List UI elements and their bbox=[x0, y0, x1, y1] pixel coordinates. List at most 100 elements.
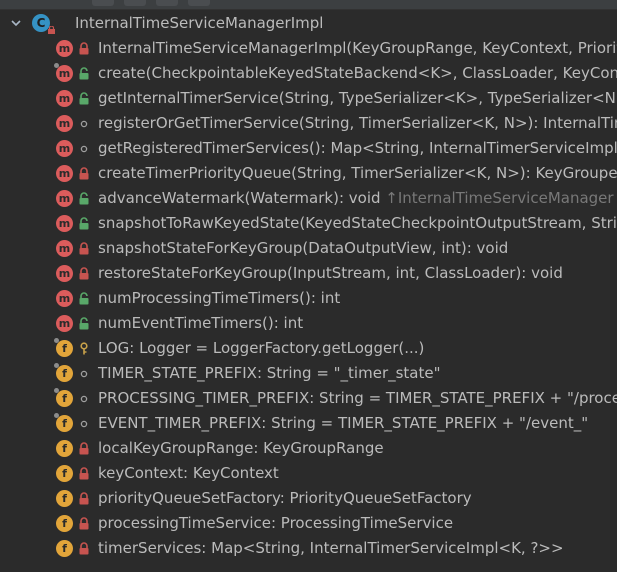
package-visibility-icon bbox=[80, 120, 88, 128]
method-icon: m bbox=[56, 190, 73, 207]
tree-node-field[interactable]: f TIMER_STATE_PREFIX: String = "_timer_st… bbox=[0, 361, 617, 386]
tree-node-method[interactable]: m InternalTimeServiceManagerImpl(KeyGroup… bbox=[0, 36, 617, 61]
tree-node-field[interactable]: f PROCESSING_TIMER_PREFIX: String = TIMER… bbox=[0, 386, 617, 411]
member-text: LOG: Logger = LoggerFactory.getLogger(..… bbox=[98, 339, 425, 357]
member-signature: localKeyGroupRange: KeyGroupRange bbox=[98, 438, 384, 458]
member-text: localKeyGroupRange: KeyGroupRange bbox=[98, 439, 384, 457]
static-pin-icon bbox=[54, 388, 59, 393]
tree-node-method[interactable]: m numProcessingTimeTimers(): int bbox=[0, 286, 617, 311]
member-text: getRegisteredTimerServices(): Map<String… bbox=[98, 139, 617, 157]
field-icon: f bbox=[56, 465, 73, 482]
structure-panel: C InternalTimeServiceManagerImpl m Intern… bbox=[0, 0, 617, 572]
tree-node-field[interactable]: f EVENT_TIMER_PREFIX: String = TIMER_STAT… bbox=[0, 411, 617, 436]
member-signature: snapshotToRawKeyedState(KeyedStateCheckp… bbox=[98, 213, 617, 233]
field-icon: f bbox=[56, 515, 73, 532]
unlock-icon bbox=[79, 192, 89, 205]
tree-node-field[interactable]: f timerServices: Map<String, InternalTime… bbox=[0, 536, 617, 561]
member-text: timerServices: Map<String, InternalTimer… bbox=[98, 539, 564, 557]
member-signature: snapshotStateForKeyGroup(DataOutputView,… bbox=[98, 238, 508, 258]
member-text: snapshotStateForKeyGroup(DataOutputView,… bbox=[98, 239, 509, 257]
package-visibility-icon bbox=[80, 145, 88, 153]
tree-node-method[interactable]: m registerOrGetTimerService(String, Timer… bbox=[0, 111, 617, 136]
field-icon: f bbox=[54, 338, 73, 357]
package-visibility-icon bbox=[80, 370, 88, 378]
member-text: processingTimeService: ProcessingTimeSer… bbox=[98, 514, 454, 532]
static-pin-icon bbox=[54, 413, 59, 418]
member-text: registerOrGetTimerService(String, TimerS… bbox=[98, 114, 617, 132]
tree-node-method[interactable]: m getRegisteredTimerServices(): Map<Strin… bbox=[0, 136, 617, 161]
unlock-icon bbox=[79, 292, 89, 305]
class-icon: C bbox=[32, 14, 55, 34]
method-icon: m bbox=[56, 115, 73, 132]
field-icon: f bbox=[56, 440, 73, 457]
tree-node-class[interactable]: C InternalTimeServiceManagerImpl bbox=[0, 11, 617, 36]
member-text: numProcessingTimeTimers(): int bbox=[98, 289, 341, 307]
package-visibility-icon bbox=[80, 420, 88, 428]
toolbar-button[interactable] bbox=[156, 0, 178, 6]
member-text: createTimerPriorityQueue(String, TimerSe… bbox=[98, 164, 617, 182]
tree-node-method[interactable]: m create(CheckpointableKeyedStateBackend<… bbox=[0, 61, 617, 86]
tree-node-method[interactable]: m snapshotToRawKeyedState(KeyedStateCheck… bbox=[0, 211, 617, 236]
lock-icon bbox=[79, 492, 89, 505]
tree-node-field[interactable]: f processingTimeService: ProcessingTimeSe… bbox=[0, 511, 617, 536]
member-text: snapshotToRawKeyedState(KeyedStateCheckp… bbox=[98, 214, 617, 232]
member-signature: EVENT_TIMER_PREFIX: String = TIMER_STATE… bbox=[98, 413, 588, 433]
tree-node-field[interactable]: f keyContext: KeyContext bbox=[0, 461, 617, 486]
member-text: priorityQueueSetFactory: PriorityQueueSe… bbox=[98, 489, 472, 507]
lock-icon bbox=[79, 242, 89, 255]
member-signature: TIMER_STATE_PREFIX: String = "_timer_sta… bbox=[98, 363, 441, 383]
lock-icon bbox=[79, 442, 89, 455]
member-signature: restoreStateForKeyGroup(InputStream, int… bbox=[98, 263, 563, 283]
static-pin-icon bbox=[54, 63, 59, 68]
protected-key-icon bbox=[80, 342, 88, 355]
lock-icon bbox=[79, 42, 89, 55]
tree-node-field[interactable]: f priorityQueueSetFactory: PriorityQueueS… bbox=[0, 486, 617, 511]
method-icon: m bbox=[56, 215, 73, 232]
member-signature: PROCESSING_TIMER_PREFIX: String = TIMER_… bbox=[98, 388, 617, 408]
chevron-down-icon[interactable] bbox=[9, 16, 23, 30]
field-icon: f bbox=[54, 363, 73, 382]
member-signature: createTimerPriorityQueue(String, TimerSe… bbox=[98, 163, 617, 183]
unlock-icon bbox=[79, 67, 89, 80]
method-icon: m bbox=[56, 40, 73, 57]
member-text: create(CheckpointableKeyedStateBackend<K… bbox=[98, 64, 617, 82]
lock-icon bbox=[48, 26, 55, 34]
member-text: getInternalTimerService(String, TypeSeri… bbox=[98, 89, 617, 107]
tree-node-method[interactable]: m getInternalTimerService(String, TypeSer… bbox=[0, 86, 617, 111]
inherited-from-label: ↑InternalTimeServiceManager bbox=[385, 189, 614, 207]
lock-icon bbox=[79, 467, 89, 480]
member-text: restoreStateForKeyGroup(InputStream, int… bbox=[98, 264, 563, 282]
member-signature: numProcessingTimeTimers(): int bbox=[98, 288, 340, 308]
tree-node-field[interactable]: f LOG: Logger = LoggerFactory.getLogger(.… bbox=[0, 336, 617, 361]
method-icon: m bbox=[56, 315, 73, 332]
field-icon: f bbox=[54, 388, 73, 407]
toolbar-button[interactable] bbox=[188, 0, 210, 6]
tree-node-method[interactable]: m restoreStateForKeyGroup(InputStream, in… bbox=[0, 261, 617, 286]
method-icon: m bbox=[56, 140, 73, 157]
field-icon: f bbox=[54, 413, 73, 432]
member-signature: keyContext: KeyContext bbox=[98, 463, 279, 483]
tree-node-method[interactable]: m createTimerPriorityQueue(String, TimerS… bbox=[0, 161, 617, 186]
member-signature: processingTimeService: ProcessingTimeSer… bbox=[98, 513, 453, 533]
static-pin-icon bbox=[54, 363, 59, 368]
toolbar-button[interactable] bbox=[92, 0, 114, 6]
unlock-icon bbox=[79, 317, 89, 330]
member-text: InternalTimeServiceManagerImpl(KeyGroupR… bbox=[98, 39, 617, 57]
toolbar-strip bbox=[0, 0, 617, 10]
method-icon: m bbox=[56, 165, 73, 182]
tree-node-method[interactable]: m numEventTimeTimers(): int bbox=[0, 311, 617, 336]
unlock-icon bbox=[79, 217, 89, 230]
member-signature: LOG: Logger = LoggerFactory.getLogger(..… bbox=[98, 338, 424, 358]
toolbar-button[interactable] bbox=[124, 0, 146, 6]
member-text: numEventTimeTimers(): int bbox=[98, 314, 304, 332]
lock-icon bbox=[79, 267, 89, 280]
member-signature: advanceWatermark(Watermark): void ↑Inter… bbox=[98, 188, 614, 208]
method-icon: m bbox=[56, 290, 73, 307]
class-name: InternalTimeServiceManagerImpl bbox=[75, 14, 324, 32]
tree-node-method[interactable]: m advanceWatermark(Watermark): void ↑Inte… bbox=[0, 186, 617, 211]
member-signature: priorityQueueSetFactory: PriorityQueueSe… bbox=[98, 488, 472, 508]
member-text: EVENT_TIMER_PREFIX: String = TIMER_STATE… bbox=[98, 414, 589, 432]
member-signature: InternalTimeServiceManagerImpl(KeyGroupR… bbox=[98, 38, 617, 58]
tree-node-field[interactable]: f localKeyGroupRange: KeyGroupRange bbox=[0, 436, 617, 461]
tree-node-method[interactable]: m snapshotStateForKeyGroup(DataOutputView… bbox=[0, 236, 617, 261]
